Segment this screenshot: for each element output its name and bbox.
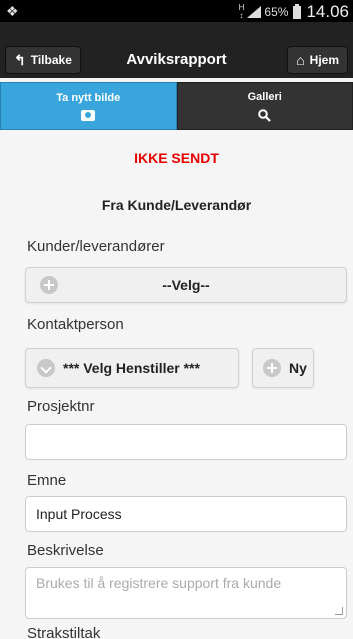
new-contact-button[interactable]: Ny [252,348,314,388]
immediate-action-label: Strakstiltak [27,625,101,639]
home-label: Hjem [309,53,339,67]
tab-gallery[interactable]: Galleri [176,82,353,130]
project-label: Prosjektnr [27,398,95,415]
status-badge: IKKE SENDT [134,150,219,166]
form-content: IKKE SENDT Fra Kunde/Leverandør Kunder/l… [0,130,353,639]
contact-select-value: *** Velg Henstiller *** [63,360,200,376]
contact-label: Kontaktperson [27,316,124,333]
search-icon [258,108,272,122]
back-button[interactable]: ↰ Tilbake [5,46,81,74]
subject-label: Emne [27,472,67,489]
description-label: Beskrivelse [27,542,104,559]
signal-icon [247,6,262,18]
back-label: Tilbake [30,53,72,67]
description-placeholder: Brukes til å registrere support fra kund… [36,575,282,591]
project-input[interactable] [25,424,347,460]
clock: 14.06 [306,2,349,21]
back-arrow-icon: ↰ [14,51,26,68]
image-tabs: Ta nytt bilde Galleri [0,82,353,130]
system-status-bar: ❖ H ↕ 65% 14.06 [0,0,353,22]
network-type: H [238,3,245,12]
resize-handle-icon[interactable] [335,607,343,615]
dropbox-icon: ❖ [6,3,19,19]
customer-select-value: --Velg-- [162,277,210,293]
description-textarea[interactable]: Brukes til å registrere support fra kund… [25,567,347,619]
new-contact-label: Ny [289,360,307,376]
tab-take-photo[interactable]: Ta nytt bilde [0,82,177,130]
tab-label: Ta nytt bilde [56,91,121,104]
home-button[interactable]: ⌂ Hjem [287,46,348,74]
customer-select[interactable]: --Velg-- [25,267,347,303]
form-subtitle: Fra Kunde/Leverandør [101,197,252,213]
tab-label: Galleri [247,90,282,103]
network-type-icon: H ↕ [238,3,245,20]
plus-icon [40,276,58,294]
chevron-down-icon [37,359,55,377]
camera-icon [81,109,96,121]
home-icon: ⌂ [296,52,305,68]
app-top-spacer [0,22,353,42]
contact-select[interactable]: *** Velg Henstiller *** [25,348,239,388]
subject-input[interactable]: Input Process [25,496,347,532]
customer-label: Kunder/leverandører [27,238,165,255]
status-icons: H ↕ 65% 14.06 [239,2,349,22]
battery-icon [293,3,302,19]
battery-percent: 65% [264,5,289,19]
app-header: Avviksrapport ↰ Tilbake ⌂ Hjem [0,42,353,78]
plus-icon [263,359,281,377]
